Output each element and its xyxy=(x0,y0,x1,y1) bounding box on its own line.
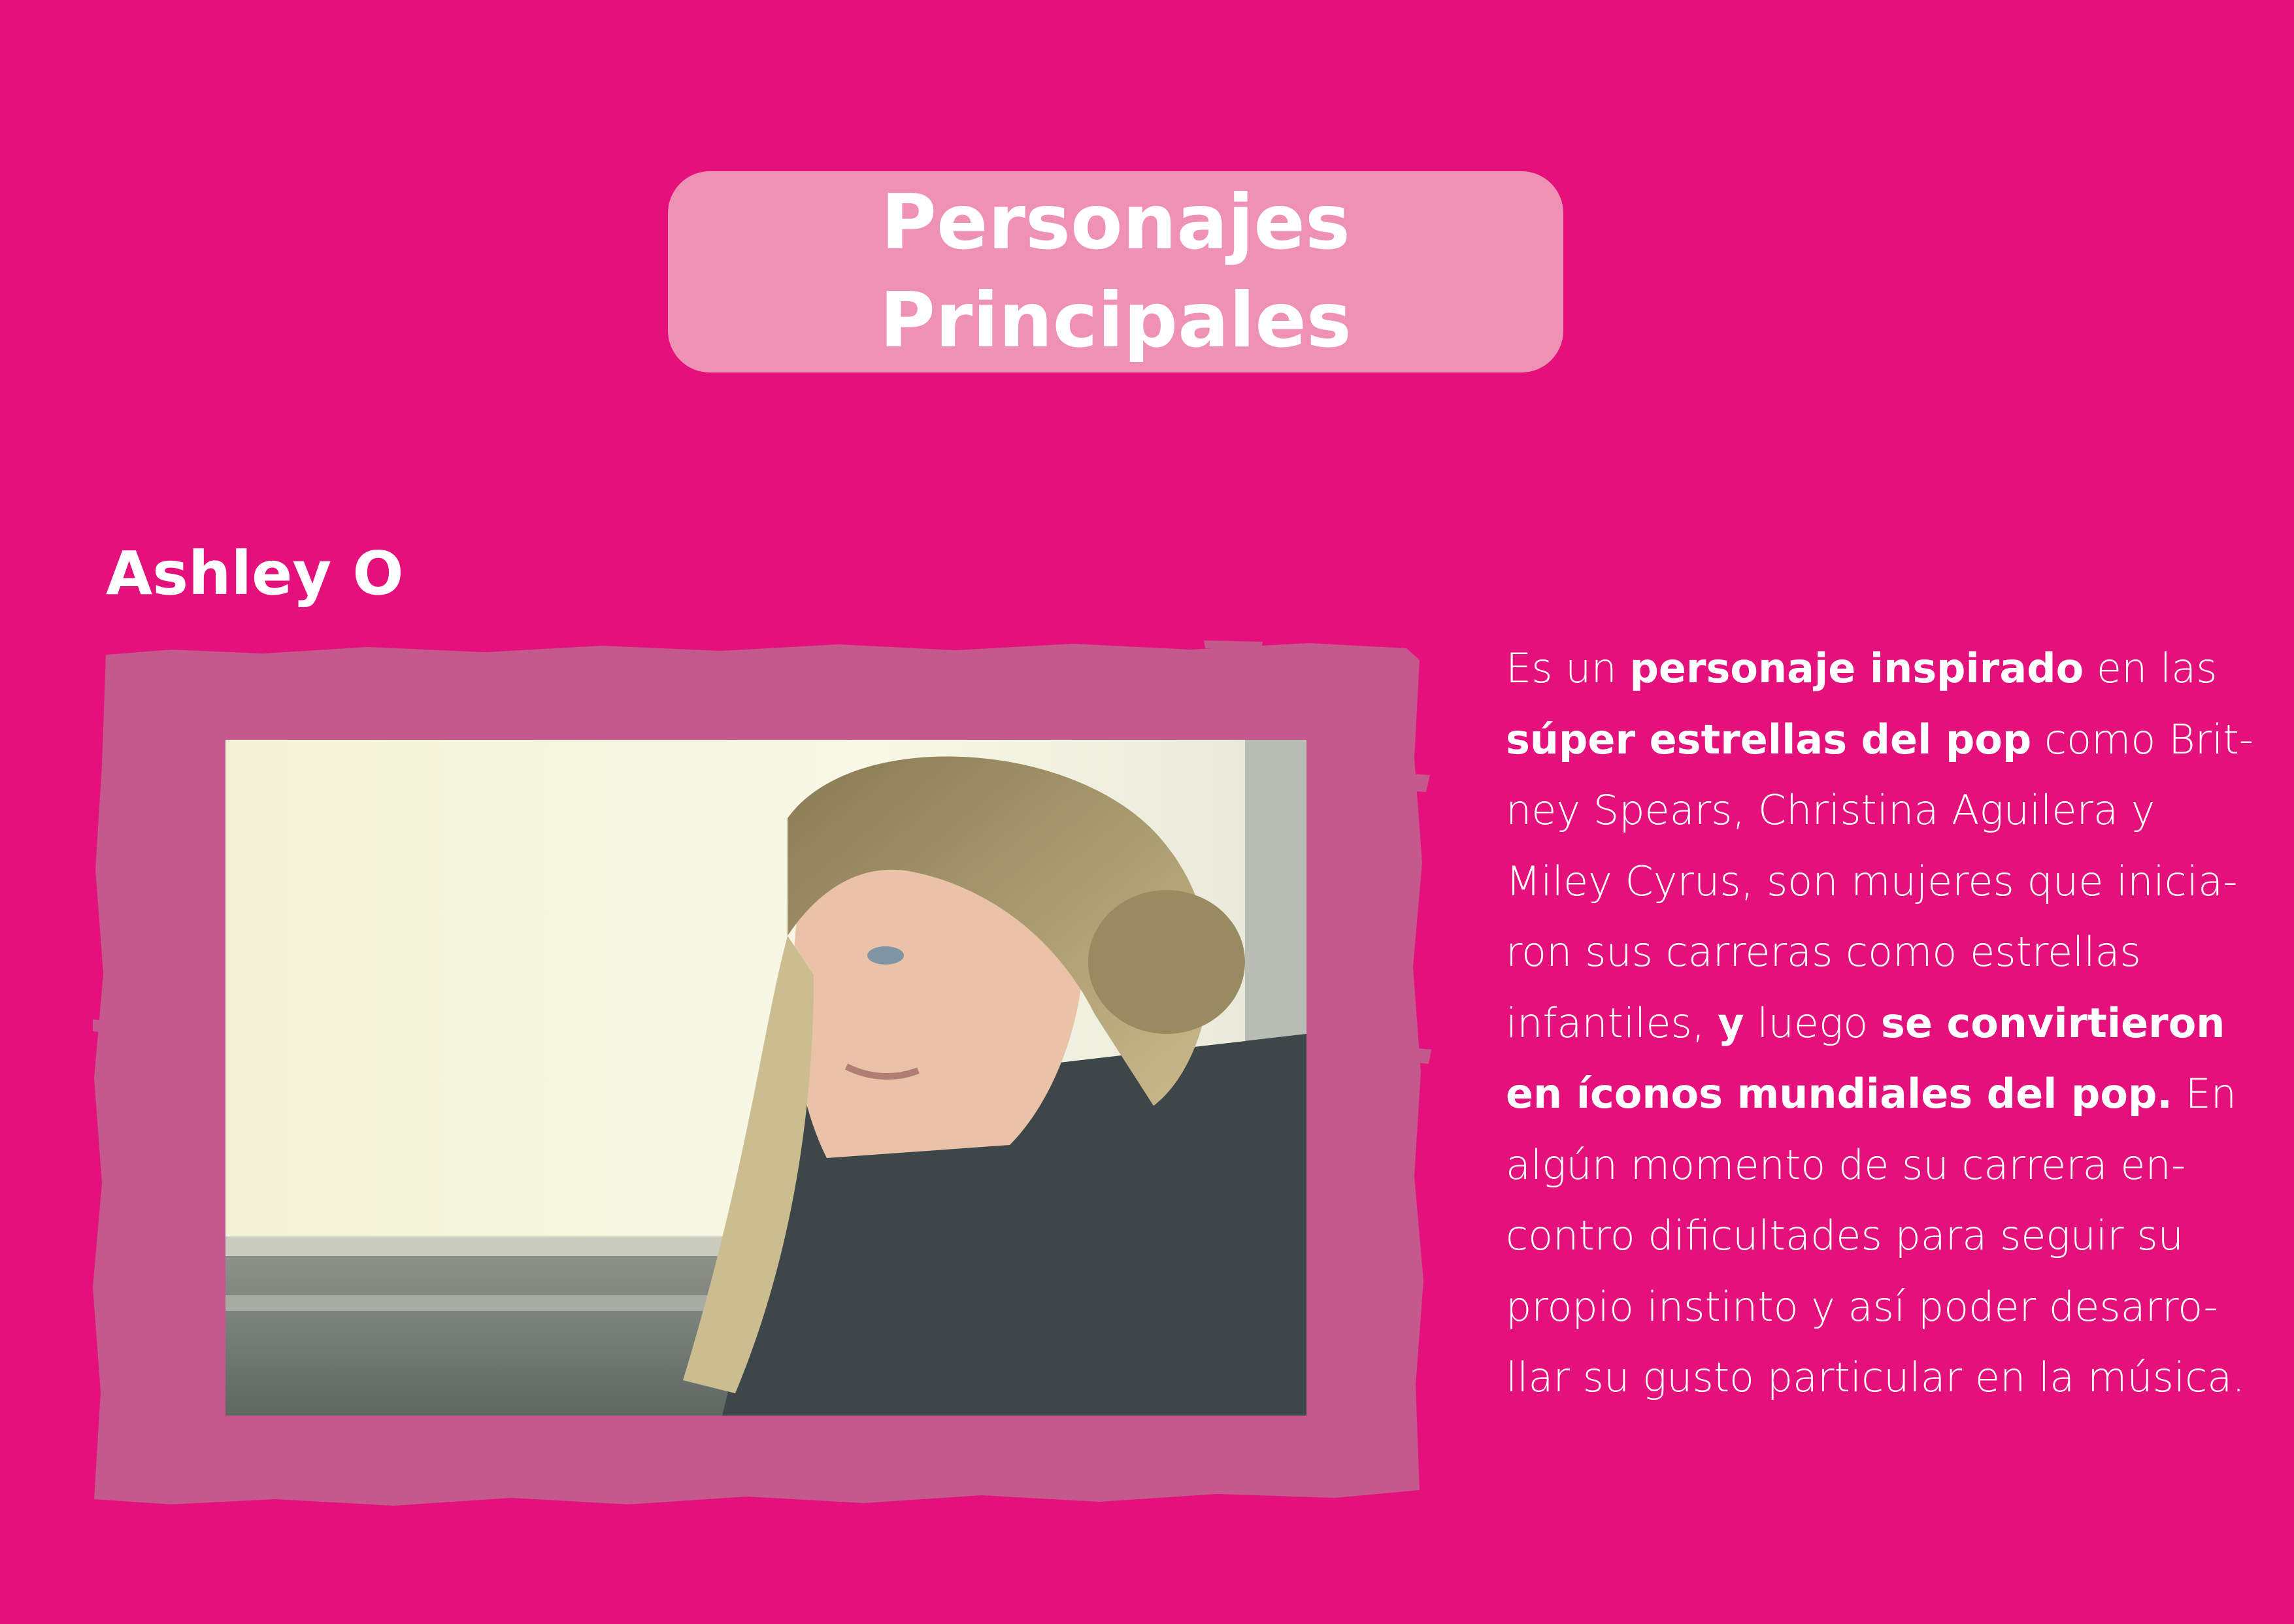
description-text: ney Spears, Christina Aguilera y xyxy=(1506,786,2155,834)
description-line: súper estrellas del pop como Brit- xyxy=(1506,704,2257,776)
description-line: infantiles, y luego se convirtieron xyxy=(1506,988,2257,1059)
description-line: contro dificultades para seguir su xyxy=(1506,1201,2257,1272)
description-text: Miley Cyrus, son mujeres que inicia- xyxy=(1506,857,2238,905)
description-line: Es un personaje inspirado en las xyxy=(1506,633,2257,704)
description-line: ron sus carreras como estrellas xyxy=(1506,917,2257,988)
description-text: contro dificultades para seguir su xyxy=(1506,1212,2184,1259)
description-text: como Brit- xyxy=(2031,715,2254,763)
description-bold-text: se convirtieron xyxy=(1880,999,2225,1047)
description-text: llar su gusto particular en la música. xyxy=(1506,1353,2245,1401)
description-line: llar su gusto particular en la música. xyxy=(1506,1342,2257,1414)
description-text: infantiles, xyxy=(1506,999,1718,1047)
character-photo xyxy=(225,740,1306,1416)
character-description: Es un personaje inspirado en las súper es… xyxy=(1506,633,2257,1414)
description-text: ron sus carreras como estrellas xyxy=(1506,928,2141,976)
description-line: ney Spears, Christina Aguilera y xyxy=(1506,775,2257,846)
description-text: en las xyxy=(2084,644,2218,692)
description-bold-text: personaje inspirado xyxy=(1629,644,2084,692)
title-banner: Personajes Principales xyxy=(668,171,1563,373)
page-title-line-2: Principales xyxy=(880,276,1352,365)
description-bold-text: en íconos mundiales del pop. xyxy=(1506,1070,2172,1118)
character-name: Ashley O xyxy=(106,539,404,608)
description-line: Miley Cyrus, son mujeres que inicia- xyxy=(1506,846,2257,918)
description-text: algún momento de su carrera en- xyxy=(1506,1140,2186,1189)
page-title-line-1: Personajes xyxy=(881,178,1350,267)
description-text: propio instinto y así poder desarro- xyxy=(1506,1282,2218,1331)
description-text: luego xyxy=(1744,999,1881,1047)
description-line: en íconos mundiales del pop. En xyxy=(1506,1059,2257,1130)
description-line: propio instinto y así poder desarro- xyxy=(1506,1272,2257,1343)
description-bold-text: y xyxy=(1718,999,1744,1047)
description-text: Es un xyxy=(1506,644,1630,692)
description-bold-text: súper estrellas del pop xyxy=(1506,715,2032,763)
description-line: algún momento de su carrera en- xyxy=(1506,1130,2257,1201)
description-text: En xyxy=(2172,1070,2237,1118)
